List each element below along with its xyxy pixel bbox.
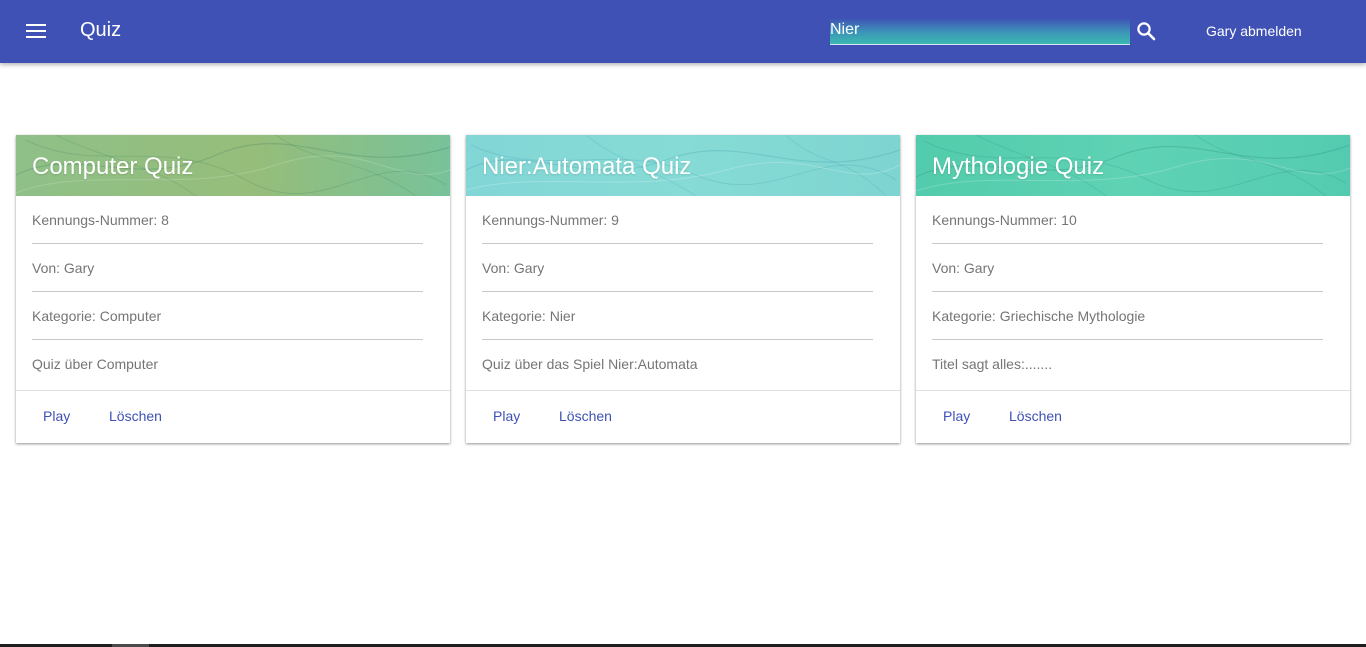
search-icon[interactable] [1133, 18, 1159, 44]
card-actions: Play Löschen [16, 390, 450, 443]
card-title: Nier:Automata Quiz [482, 153, 692, 180]
app-title: Quiz [80, 19, 122, 41]
card-id: Kennungs-Nummer: 8 [32, 196, 423, 244]
search-icon-graphic [1137, 22, 1156, 41]
search-field[interactable] [830, 18, 1130, 45]
logout-link[interactable]: Gary abmelden [1206, 23, 1302, 39]
play-button[interactable]: Play [493, 391, 520, 443]
card-description: Titel sagt alles:....... [932, 356, 1053, 372]
card-category: Kategorie: Griechische Mythologie [932, 292, 1323, 340]
card-description: Quiz über das Spiel Nier:Automata [482, 356, 698, 372]
card-title: Computer Quiz [32, 153, 194, 180]
card-description: Quiz über Computer [32, 356, 159, 372]
app-bar: Quiz Gary abmelden [0, 0, 1366, 63]
search-input[interactable] [830, 18, 1130, 44]
card-author: Von: Gary [932, 244, 1323, 292]
card-actions: Play Löschen [916, 390, 1350, 443]
quiz-card: Nier:Automata Quiz Kennungs-Nummer: 9 Vo… [466, 135, 900, 443]
card-header-image: Computer Quiz [16, 135, 450, 196]
delete-button[interactable]: Löschen [1009, 391, 1062, 443]
card-actions: Play Löschen [466, 390, 900, 443]
card-author: Von: Gary [32, 244, 423, 292]
card-header-image: Nier:Automata Quiz [466, 135, 900, 196]
card-header-image: Mythologie Quiz [916, 135, 1350, 196]
card-id: Kennungs-Nummer: 9 [482, 196, 873, 244]
menu-icon-graphic [26, 24, 46, 38]
play-button[interactable]: Play [43, 391, 70, 443]
card-id: Kennungs-Nummer: 10 [932, 196, 1323, 244]
card-category: Kategorie: Nier [482, 292, 873, 340]
card-title: Mythologie Quiz [932, 153, 1105, 180]
play-button[interactable]: Play [943, 391, 970, 443]
delete-button[interactable]: Löschen [559, 391, 612, 443]
card-category: Kategorie: Computer [32, 292, 423, 340]
menu-icon[interactable] [16, 15, 56, 47]
delete-button[interactable]: Löschen [109, 391, 162, 443]
card-author: Von: Gary [482, 244, 873, 292]
quiz-card: Computer Quiz Kennungs-Nummer: 8 Von: Ga… [16, 135, 450, 443]
quiz-card: Mythologie Quiz Kennungs-Nummer: 10 Von:… [916, 135, 1350, 443]
